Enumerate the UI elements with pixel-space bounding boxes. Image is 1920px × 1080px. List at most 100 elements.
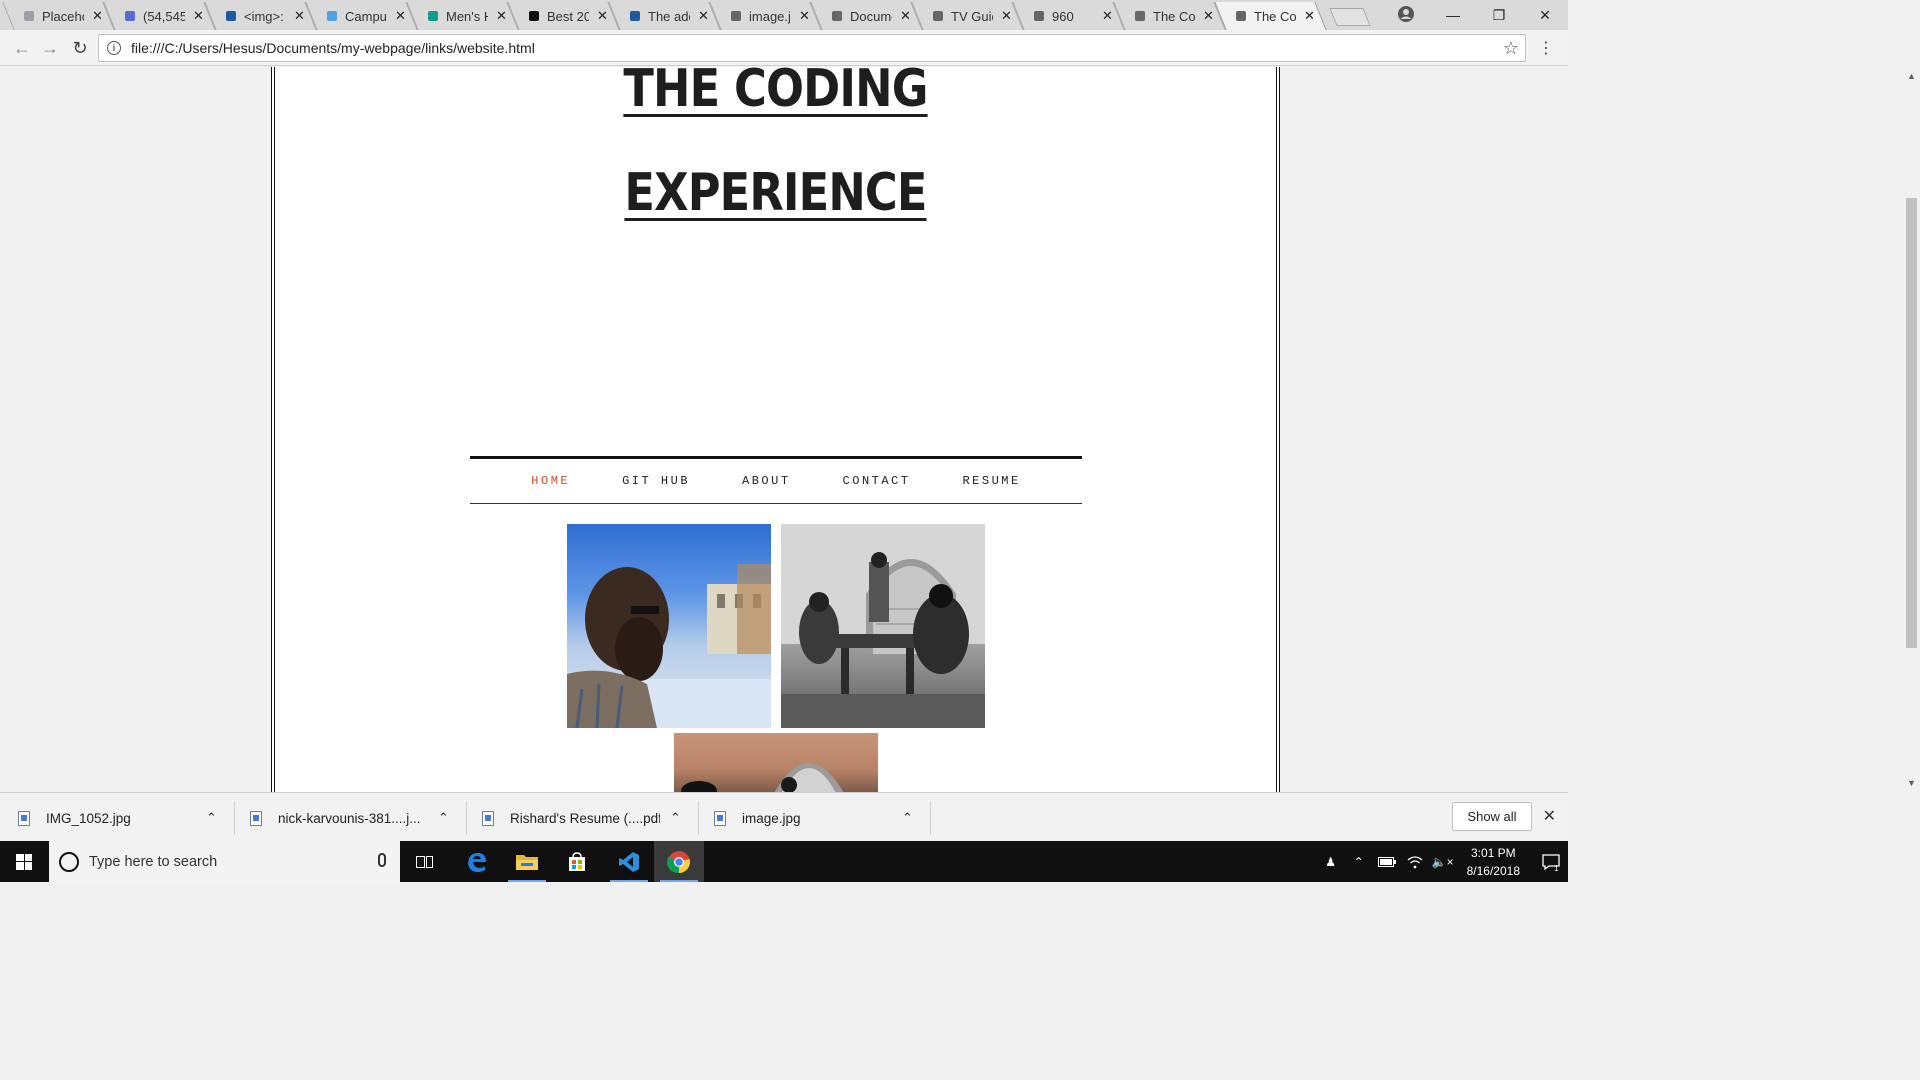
browser-tab[interactable]: image.jp ✕: [715, 2, 816, 30]
scrollbar-thumb[interactable]: [1906, 198, 1917, 648]
store-icon[interactable]: [552, 841, 602, 882]
battery-icon[interactable]: [1375, 856, 1399, 867]
browser-tab[interactable]: The add ✕: [614, 2, 715, 30]
vertical-scrollbar[interactable]: ▲ ▼: [1903, 67, 1920, 792]
browser-tab[interactable]: The Co ✕: [1220, 2, 1321, 30]
tab-close-icon[interactable]: ✕: [92, 8, 103, 24]
cortana-icon[interactable]: [59, 851, 79, 872]
show-all-button[interactable]: Show all: [1452, 802, 1532, 831]
download-item[interactable]: IMG_1052.jpg ⌃: [18, 801, 217, 835]
browser-toolbar: ← → ↻ i file:///C:/Users/Hesus/Documents…: [0, 30, 1568, 66]
tab-close-icon[interactable]: ✕: [799, 8, 810, 24]
photo-group-meeting: [781, 524, 985, 728]
nav-link-home[interactable]: HOME: [505, 474, 596, 488]
page-favicon-icon: [1032, 9, 1046, 23]
nav-link-contact[interactable]: CONTACT: [817, 474, 937, 488]
nav-link-about[interactable]: ABOUT: [716, 474, 817, 488]
download-item[interactable]: nick-karvounis-381....j... ⌃: [250, 801, 449, 835]
browser-tab[interactable]: The Co ✕: [1119, 2, 1220, 30]
info-icon[interactable]: i: [107, 41, 121, 55]
file-explorer-icon[interactable]: [502, 841, 552, 882]
tab-close-icon[interactable]: ✕: [698, 8, 709, 24]
people-icon[interactable]: ♟: [1319, 855, 1343, 869]
tab-list: Placeholder✕(54,545✕<img>:✕Campus✕Men's …: [8, 2, 1367, 30]
download-separator: [466, 801, 467, 835]
chrome-icon[interactable]: [654, 841, 704, 882]
page-favicon-icon: [830, 9, 844, 23]
download-options-chevron-icon[interactable]: ⌃: [206, 810, 217, 826]
minimize-button[interactable]: —: [1430, 0, 1476, 30]
tray-expand-chevron-icon[interactable]: ⌃: [1347, 855, 1371, 869]
tab-close-icon[interactable]: ✕: [294, 8, 305, 24]
scroll-down-arrow-icon[interactable]: ▼: [1907, 778, 1916, 788]
url-text[interactable]: file:///C:/Users/Hesus/Documents/my-webp…: [131, 40, 535, 56]
campus-favicon-icon: [325, 9, 339, 23]
tab-label: image.jp: [749, 8, 791, 24]
tab-close-icon[interactable]: ✕: [1001, 8, 1012, 24]
new-tab-button[interactable]: [1333, 8, 1367, 26]
reload-icon[interactable]: ↻: [70, 38, 90, 58]
mens-favicon-icon: [426, 9, 440, 23]
mail-favicon-icon: [123, 9, 137, 23]
download-item[interactable]: Rishard's Resume (....pdf ⌃: [482, 801, 681, 835]
forward-arrow-icon[interactable]: →: [40, 38, 60, 58]
tab-close-icon[interactable]: ✕: [597, 8, 608, 24]
download-options-chevron-icon[interactable]: ⌃: [438, 810, 449, 826]
microphone-icon[interactable]: [378, 853, 386, 867]
bookmark-star-icon[interactable]: ☆: [1503, 38, 1519, 59]
back-arrow-icon[interactable]: ←: [12, 38, 32, 58]
download-separator: [234, 801, 235, 835]
clock-date: 8/16/2018: [1466, 863, 1520, 878]
clock[interactable]: 3:01 PM 8/16/2018: [1467, 844, 1520, 880]
edge-browser-icon[interactable]: [452, 841, 502, 882]
page-favicon-icon: [1133, 9, 1147, 23]
action-center-icon[interactable]: 1: [1534, 841, 1568, 882]
svg-text:1: 1: [1554, 864, 1559, 872]
start-button[interactable]: [0, 841, 48, 882]
tab-close-icon[interactable]: ✕: [395, 8, 406, 24]
browser-tab[interactable]: 960 ✕: [1018, 2, 1119, 30]
vscode-icon[interactable]: [604, 841, 654, 882]
task-view-icon[interactable]: [400, 841, 450, 882]
tab-close-icon[interactable]: ✕: [1102, 8, 1113, 24]
tab-label: The Co: [1254, 8, 1296, 24]
download-options-chevron-icon[interactable]: ⌃: [902, 810, 913, 826]
close-shelf-icon[interactable]: ✕: [1543, 806, 1556, 826]
maximize-button[interactable]: ❐: [1476, 0, 1522, 30]
window-controls: — ❐ ✕: [1430, 0, 1568, 30]
tab-close-icon[interactable]: ✕: [1304, 8, 1315, 24]
tab-close-icon[interactable]: ✕: [1203, 8, 1214, 24]
tab-close-icon[interactable]: ✕: [496, 8, 507, 24]
download-options-chevron-icon[interactable]: ⌃: [670, 810, 681, 826]
browser-menu-icon[interactable]: ⋮: [1538, 38, 1554, 58]
close-window-button[interactable]: ✕: [1522, 0, 1568, 30]
browser-tab[interactable]: <img>: ✕: [210, 2, 311, 30]
scroll-up-arrow-icon[interactable]: ▲: [1907, 71, 1916, 81]
nav-link-git-hub[interactable]: GIT HUB: [596, 474, 716, 488]
profile-icon[interactable]: [1396, 4, 1416, 24]
site-title-line1: THE CODING: [623, 67, 928, 119]
tab-label: Best 20: [547, 8, 589, 24]
tab-close-icon[interactable]: ✕: [193, 8, 204, 24]
volume-muted-icon[interactable]: 🔈×: [1431, 855, 1455, 869]
tab-close-icon[interactable]: ✕: [900, 8, 911, 24]
browser-tab[interactable]: Campus ✕: [311, 2, 412, 30]
downloads-shelf: IMG_1052.jpg ⌃ nick-karvounis-381....j... ⌃…: [0, 792, 1568, 841]
browser-tab[interactable]: Men's H ✕: [412, 2, 513, 30]
browser-tab[interactable]: (54,545 ✕: [109, 2, 210, 30]
taskbar-search[interactable]: Type here to search: [49, 841, 400, 882]
address-bar[interactable]: i file:///C:/Users/Hesus/Documents/my-we…: [98, 34, 1526, 62]
nav-link-resume[interactable]: RESUME: [936, 474, 1046, 488]
browser-tab[interactable]: TV Guid ✕: [917, 2, 1018, 30]
tab-label: Docume: [850, 8, 892, 24]
browser-tab[interactable]: Best 20 ✕: [513, 2, 614, 30]
browser-tab[interactable]: Placeholder ✕: [8, 2, 109, 30]
wifi-icon[interactable]: [1403, 855, 1427, 869]
download-item[interactable]: image.jpg ⌃: [714, 801, 913, 835]
placeholder-favicon-icon: [22, 9, 36, 23]
page-favicon-icon: [931, 9, 945, 23]
windows-logo-icon: [16, 853, 32, 870]
browser-tab[interactable]: Docume ✕: [816, 2, 917, 30]
tab-label: <img>:: [244, 8, 284, 24]
photo-brick-doorway: [674, 733, 878, 792]
